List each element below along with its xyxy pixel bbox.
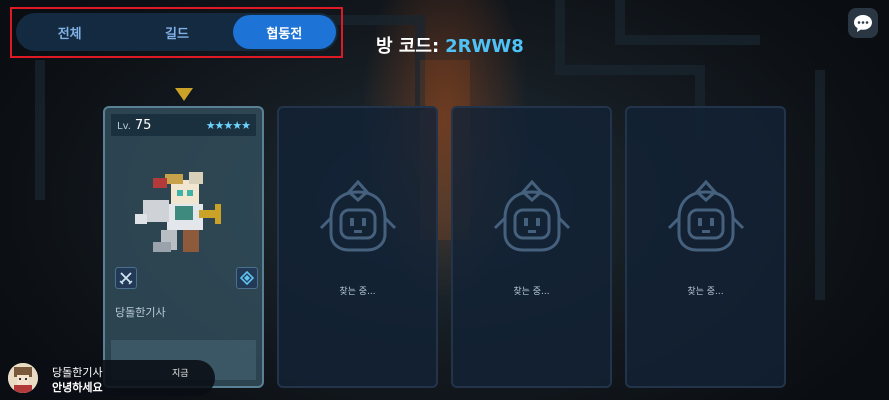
star-rating: ★★★★★	[205, 118, 251, 132]
chat-toast[interactable]: 당돌한기사 안녕하세요 지금	[4, 360, 215, 396]
chat-button[interactable]	[848, 8, 878, 38]
searching-status: 찾는 중...	[513, 287, 550, 297]
tab-guild[interactable]: 길드	[125, 15, 228, 49]
tab-all[interactable]: 전체	[18, 15, 121, 49]
tab-bar: 전체 길드 협동전	[16, 13, 338, 51]
room-code: 방 코드: 2RWW8	[376, 32, 524, 58]
room-code-label: 방 코드:	[376, 36, 440, 57]
searching-status: 찾는 중...	[687, 287, 724, 297]
chat-sender-name: 당돌한기사	[52, 366, 103, 379]
chat-bubble-icon	[854, 15, 872, 32]
robot-placeholder-icon	[493, 179, 571, 252]
diamond-emblem-icon	[236, 267, 258, 289]
robot-placeholder-icon	[667, 179, 745, 252]
player-name: 당돌한기사	[115, 306, 166, 319]
party-slot-empty-3[interactable]: 찾는 중...	[625, 106, 786, 388]
level-prefix: Lv.	[117, 120, 131, 132]
chat-timestamp: 지금	[172, 369, 189, 379]
chat-message: 안녕하세요	[52, 381, 103, 394]
crossed-swords-icon	[115, 267, 137, 289]
party-slot-player[interactable]: Lv. 75 ★★★★★ 당돌한기사	[103, 106, 264, 388]
avatar	[8, 363, 38, 393]
robot-placeholder-icon	[319, 179, 397, 252]
searching-status: 찾는 중...	[339, 287, 376, 297]
party-slot-empty-1[interactable]: 찾는 중...	[277, 106, 438, 388]
room-code-value: 2RWW8	[445, 36, 524, 57]
level-value: 75	[134, 117, 152, 133]
level-bar: Lv. 75 ★★★★★	[111, 114, 256, 136]
tab-coop[interactable]: 협동전	[232, 15, 336, 49]
character-sprite	[135, 172, 221, 252]
level-text: Lv. 75	[117, 118, 151, 133]
triangle-marker-icon	[175, 88, 193, 101]
party-slot-empty-2[interactable]: 찾는 중...	[451, 106, 612, 388]
